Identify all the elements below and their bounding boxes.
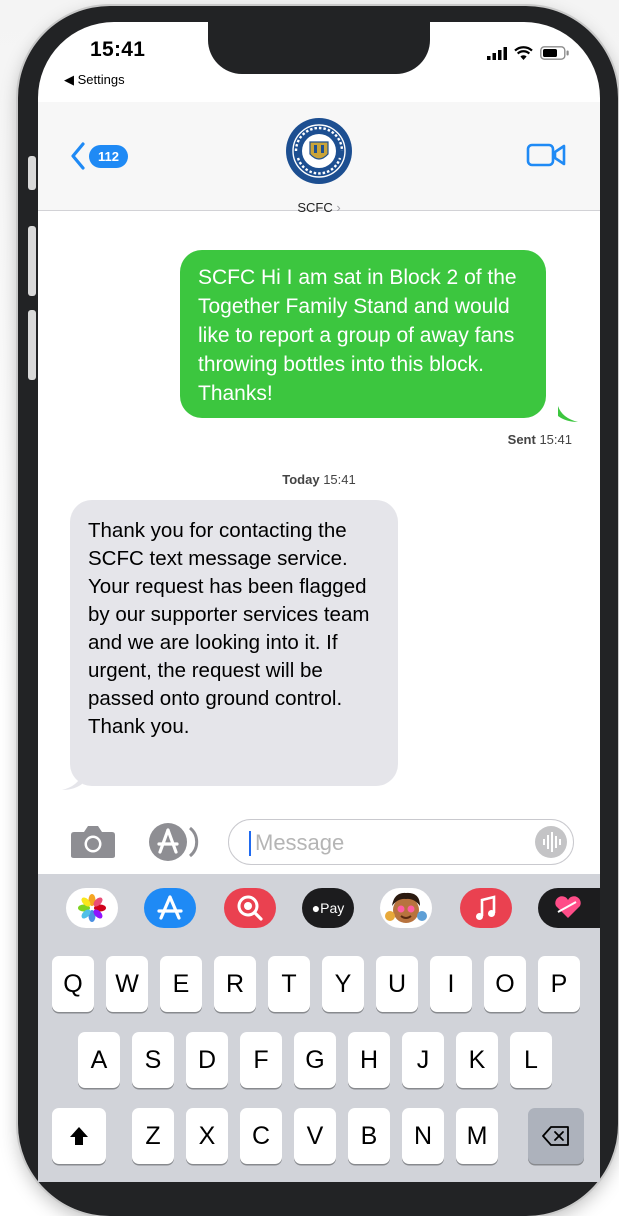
key-p[interactable]: P xyxy=(538,956,580,1012)
key-e[interactable]: E xyxy=(160,956,202,1012)
key-x[interactable]: X xyxy=(186,1108,228,1164)
shift-key[interactable] xyxy=(52,1108,106,1164)
key-c[interactable]: C xyxy=(240,1108,282,1164)
phone-screen: 15:41 ◀ Settings 112 SCFC › SCFC Hi I am… xyxy=(38,22,600,1182)
key-l[interactable]: L xyxy=(510,1032,552,1088)
images-app-button[interactable] xyxy=(224,888,276,928)
volume-down-button xyxy=(28,310,36,380)
club-crest-icon xyxy=(287,119,351,183)
key-r[interactable]: R xyxy=(214,956,256,1012)
waveform-icon xyxy=(543,832,561,852)
keyboard: ●Pay Q W E R T Y U I O P A S D F G H J xyxy=(38,874,600,1182)
key-z[interactable]: Z xyxy=(132,1108,174,1164)
camera-button[interactable] xyxy=(70,823,116,864)
backspace-icon xyxy=(542,1126,569,1146)
key-m[interactable]: M xyxy=(456,1108,498,1164)
contact-name-label: SCFC xyxy=(297,200,333,215)
signal-icon xyxy=(487,46,507,60)
memoji-icon xyxy=(385,892,427,923)
photos-icon xyxy=(78,894,106,922)
video-camera-icon xyxy=(526,143,566,167)
music-icon xyxy=(476,895,496,920)
images-search-icon xyxy=(237,895,263,921)
text-cursor xyxy=(249,831,251,856)
status-time: 15:41 xyxy=(90,38,146,61)
key-u[interactable]: U xyxy=(376,956,418,1012)
app-store-app-button[interactable] xyxy=(144,888,196,928)
sent-time: 15:41 xyxy=(539,432,572,447)
timestamp-time: 15:41 xyxy=(323,472,356,487)
apple-pay-icon: ● xyxy=(311,900,321,916)
contact-avatar[interactable] xyxy=(286,118,352,184)
key-t[interactable]: T xyxy=(268,956,310,1012)
shift-arrow-icon xyxy=(70,1127,88,1145)
key-o[interactable]: O xyxy=(484,956,526,1012)
photos-app-button[interactable] xyxy=(66,888,118,928)
mute-switch xyxy=(28,156,36,190)
key-f[interactable]: F xyxy=(240,1032,282,1088)
app-store-icon xyxy=(157,895,183,920)
timestamp-divider: Today 15:41 xyxy=(38,472,600,487)
outgoing-bubble-tail xyxy=(558,406,578,422)
conversation-header: 112 SCFC › xyxy=(38,102,600,215)
digital-touch-app-button[interactable] xyxy=(538,888,600,928)
key-a[interactable]: A xyxy=(78,1032,120,1088)
key-w[interactable]: W xyxy=(106,956,148,1012)
apple-pay-label: Pay xyxy=(320,900,345,916)
back-button[interactable]: 112 xyxy=(70,142,128,170)
key-v[interactable]: V xyxy=(294,1108,336,1164)
imessage-app-strip: ● Pay xyxy=(38,874,600,946)
backspace-key[interactable] xyxy=(528,1108,584,1164)
status-icons xyxy=(487,46,570,60)
key-j[interactable]: J xyxy=(402,1032,444,1088)
outgoing-message-bubble[interactable]: SCFC Hi I am sat in Block 2 of the Toget… xyxy=(180,250,546,418)
delivery-status: Sent 15:41 xyxy=(508,432,572,447)
app-store-icon xyxy=(149,823,199,861)
key-i[interactable]: I xyxy=(430,956,472,1012)
key-g[interactable]: G xyxy=(294,1032,336,1088)
back-to-app-link[interactable]: ◀ Settings xyxy=(64,72,125,88)
key-h[interactable]: H xyxy=(348,1032,390,1088)
incoming-message-bubble[interactable]: Thank you for contacting the SCFC text m… xyxy=(70,500,398,786)
app-store-drawer-button[interactable] xyxy=(148,822,202,867)
message-placeholder: Message xyxy=(255,830,345,855)
back-to-app-label: Settings xyxy=(77,72,125,87)
timestamp-day: Today xyxy=(282,472,320,487)
wifi-icon xyxy=(514,46,533,60)
key-q[interactable]: Q xyxy=(52,956,94,1012)
volume-up-button xyxy=(28,226,36,296)
notch xyxy=(208,22,430,74)
unread-count-badge: 112 xyxy=(89,144,128,168)
key-n[interactable]: N xyxy=(402,1108,444,1164)
digital-touch-icon xyxy=(555,896,581,918)
chevron-right-icon: › xyxy=(332,200,341,215)
contact-name[interactable]: SCFC › xyxy=(38,200,600,215)
facetime-video-button[interactable] xyxy=(526,142,566,173)
memoji-app-button[interactable] xyxy=(380,888,432,928)
key-y[interactable]: Y xyxy=(322,956,364,1012)
key-b[interactable]: B xyxy=(348,1108,390,1164)
key-k[interactable]: K xyxy=(456,1032,498,1088)
message-input[interactable]: Message xyxy=(228,819,574,865)
incoming-bubble-tail xyxy=(62,774,82,790)
music-app-button[interactable] xyxy=(460,888,512,928)
audio-message-button[interactable] xyxy=(535,826,567,858)
camera-icon xyxy=(71,826,115,858)
key-s[interactable]: S xyxy=(132,1032,174,1088)
composer-bar: Message xyxy=(38,812,600,872)
chevron-left-icon xyxy=(71,142,85,170)
apple-pay-app-button[interactable]: ● Pay xyxy=(302,888,354,928)
battery-icon xyxy=(540,46,569,60)
back-triangle-icon: ◀ xyxy=(64,72,78,87)
key-d[interactable]: D xyxy=(186,1032,228,1088)
sent-label: Sent xyxy=(507,432,536,447)
